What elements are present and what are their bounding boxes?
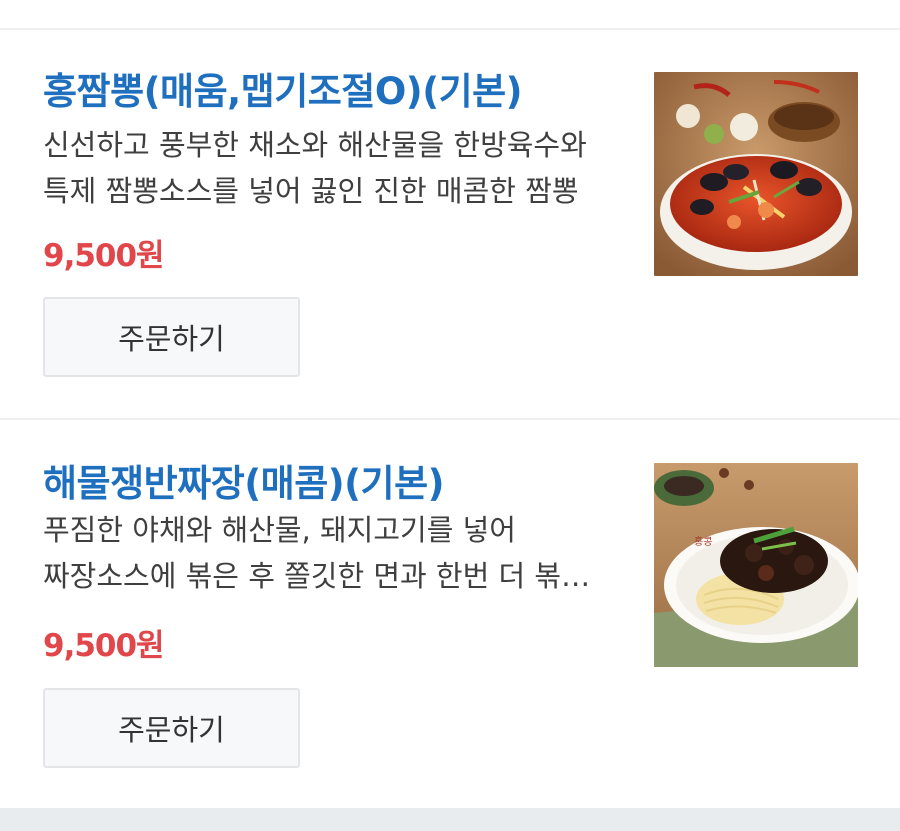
menu-item[interactable]: 홍짬뽕(매움,맵기조절O)(기본) 신선하고 풍부한 채소와 해산물을 한방육수… [0, 30, 900, 418]
menu-item-description: 푸짐한 야채와 해산물, 돼지고기를 넣어 짜장소스에 볶은 후 쫄깃한 면과 … [43, 513, 615, 593]
menu-item-description: 신선하고 풍부한 채소와 해산물을 한방육수와 특제 짬뽕소스를 넣어 끓인 진… [43, 128, 587, 208]
menu-item-name[interactable]: 홍짬뽕(매움,맵기조절O)(기본) [43, 68, 633, 116]
jjamppong-photo[interactable] [654, 72, 858, 276]
menu-page: 홍짬뽕(매움,맵기조절O)(기본) 신선하고 풍부한 채소와 해산물을 한방육수… [0, 0, 900, 831]
jajangmyeon-photo[interactable]: 홍콩 [654, 463, 858, 667]
order-button[interactable]: 주문하기 [43, 297, 300, 377]
menu-item-price: 9,500원 [43, 628, 165, 664]
svg-text:홍콩: 홍콩 [694, 535, 712, 548]
menu-item[interactable]: 해물쟁반짜장(매콤)(기본) 푸짐한 야채와 해산물, 돼지고기를 넣어 짜장소… [0, 420, 900, 808]
order-button[interactable]: 주문하기 [43, 688, 300, 768]
menu-item-name[interactable]: 해물쟁반짜장(매콤)(기본) [43, 460, 633, 508]
menu-item-price: 9,500원 [43, 238, 165, 274]
footer-band [0, 808, 900, 831]
